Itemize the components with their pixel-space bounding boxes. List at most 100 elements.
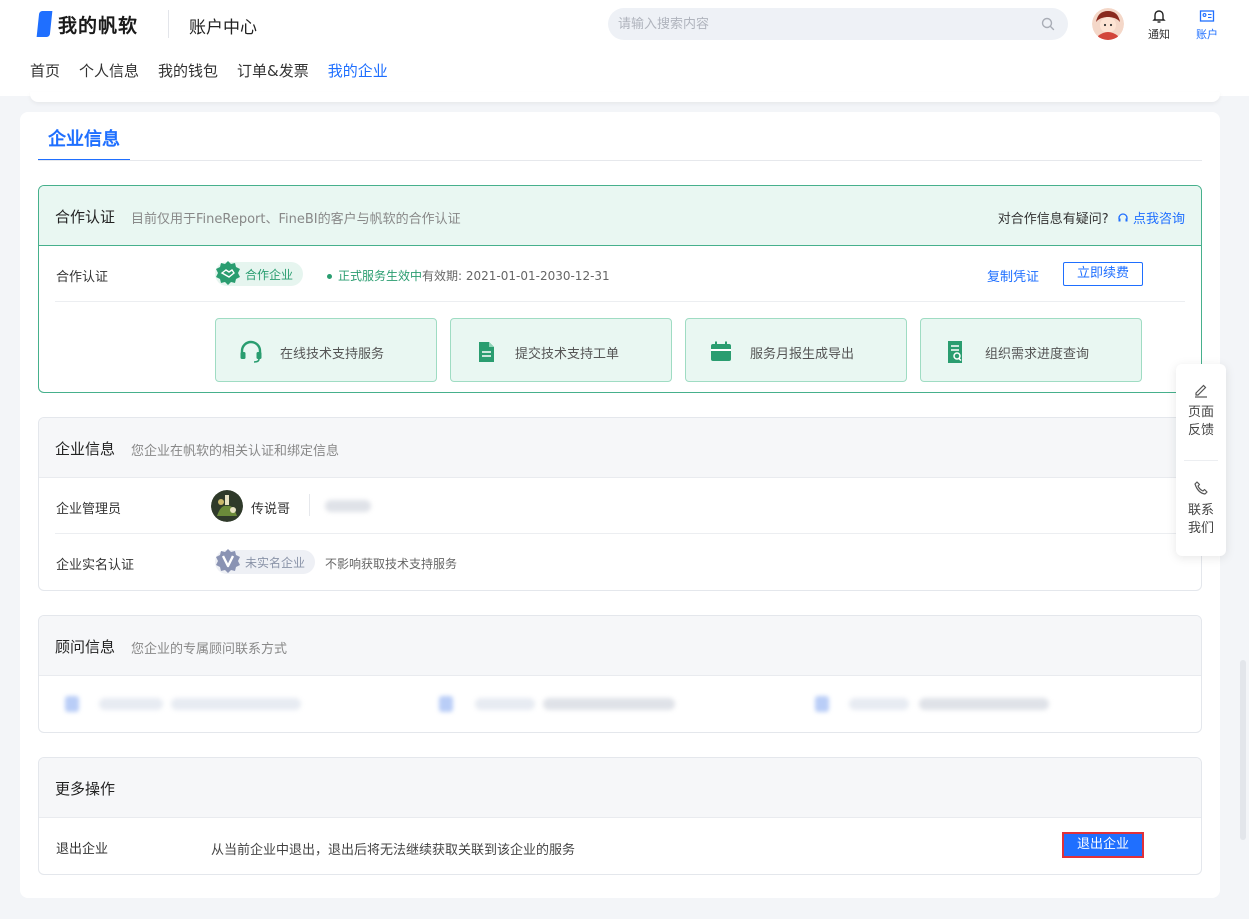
avatar-image [1092,8,1124,40]
advisor-title: 顾问信息 [55,638,116,656]
advisor-desc: 您企业的专属顾问联系方式 [131,642,288,657]
calendar-icon [711,341,731,361]
nav-home[interactable]: 首页 [30,58,60,96]
main-nav: 首页 个人信息 我的钱包 订单&发票 我的企业 [30,58,417,96]
document-search-icon [948,341,962,363]
account-label: 账户 [1196,28,1218,41]
consult-link[interactable]: 点我咨询 [1133,212,1185,227]
more-actions-section: 更多操作 退出企业 从当前企业中退出，退出后将无法继续获取关联到该企业的服务 退… [38,757,1202,875]
service-label: 提交技术支持工单 [515,347,620,362]
service-online-support[interactable]: 在线技术支持服务 [215,318,437,382]
contact-line-1: 联系 [1187,503,1214,518]
exit-desc: 从当前企业中退出，退出后将无法继续获取关联到该企业的服务 [211,843,576,858]
search-icon[interactable] [1040,16,1056,32]
top-header: 我的帆软 账户中心 通知 账户 [0,0,1249,96]
status-validity: 有效期: 2021-01-01-2030-12-31 [422,269,610,283]
admin-row: 企业管理员 传说哥 [39,478,1201,534]
realname-note: 不影响获取技术支持服务 [325,557,458,571]
company-title: 企业信息 [55,440,116,458]
coop-ask: 对合作信息有疑问? 点我咨询 [998,208,1185,227]
service-label: 在线技术支持服务 [280,347,385,362]
unverified-badge-text: 未实名企业 [245,555,306,570]
nav-wallet[interactable]: 我的钱包 [158,58,218,96]
id-card-icon [1199,10,1215,22]
page-feedback-button[interactable]: 页面 反馈 [1176,382,1226,440]
contact-us-button[interactable]: 联系 我们 [1176,480,1226,538]
blurred-advisor-text [849,698,909,710]
realname-row: 企业实名认证 未实名企业 不影响获取技术支持服务 [39,534,1201,590]
logo-mark [36,11,53,37]
realname-label: 企业实名认证 [56,558,135,573]
blurred-advisor-text [919,698,1049,710]
blurred-advisor-text [99,698,163,710]
exit-label: 退出企业 [56,842,109,857]
nav-my-company[interactable]: 我的企业 [317,58,398,96]
admin-label: 企业管理员 [56,502,122,517]
exit-company-button[interactable]: 退出企业 [1062,832,1144,858]
notify-label: 通知 [1148,28,1170,41]
service-submit-ticket[interactable]: 提交技术支持工单 [450,318,672,382]
search-input[interactable] [608,8,1008,40]
coop-row: 合作认证 合作企业 正式服务生效中有效期: 2021-01-01-2030-12… [39,246,1201,302]
coop-ask-text: 对合作信息有疑问? [997,212,1109,227]
coop-header: 合作认证 目前仅用于FineReport、FineBI的客户与帆软的合作认证 对… [39,186,1201,246]
company-header: 企业信息 您企业在帆软的相关认证和绑定信息 [39,418,1201,478]
advisor-section: 顾问信息 您企业的专属顾问联系方式 [38,615,1202,733]
feedback-line-2: 反馈 [1187,423,1214,438]
advisor-user-icon [65,696,79,712]
blurred-admin-contact [325,500,371,512]
tab-company-info[interactable]: 企业信息 [38,126,130,161]
coop-row-label: 合作认证 [56,270,109,285]
header-shadow-strip [30,92,1220,102]
coop-desc: 目前仅用于FineReport、FineBI的客户与帆软的合作认证 [131,212,461,227]
service-status: 正式服务生效中有效期: 2021-01-01-2030-12-31 [327,267,610,284]
nav-personal-info[interactable]: 个人信息 [79,58,139,96]
service-label: 服务月报生成导出 [750,347,855,362]
more-actions-header: 更多操作 [39,758,1201,818]
main-card: 企业信息 合作认证 目前仅用于FineReport、FineBI的客户与帆软的合… [20,112,1220,898]
header-divider [168,10,169,38]
partner-badge-text: 合作企业 [245,267,294,282]
search-box [608,8,1068,40]
admin-name: 传说哥 [251,502,291,517]
admin-separator [309,494,310,516]
blurred-advisor-text [543,698,675,710]
service-progress-query[interactable]: 组织需求进度查询 [920,318,1142,382]
coop-row-divider [55,301,1185,302]
copy-credential-link[interactable]: 复制凭证 [987,266,1039,285]
blurred-advisor-text [171,698,301,710]
account-action[interactable]: 账户 [1192,8,1222,42]
advisor-contacts-row [39,676,1201,732]
logo[interactable]: 我的帆软 [36,11,139,37]
admin-avatar [211,490,243,522]
more-actions-title: 更多操作 [55,780,116,798]
handshake-seal-icon [216,261,240,285]
status-dot [327,274,332,279]
phone-icon [1194,481,1208,495]
contact-line-2: 我们 [1187,521,1214,536]
coop-title: 合作认证 [55,208,116,226]
tab-underline [38,160,1202,161]
unverified-badge: 未实名企业 [215,549,316,574]
pencil-icon [1195,384,1207,398]
advisor-user-icon [439,696,453,712]
company-section: 企业信息 您企业在帆软的相关认证和绑定信息 企业管理员 传说哥 企业实名认证 未… [38,417,1202,591]
status-active: 正式服务生效中 [338,269,423,283]
feedback-line-1: 页面 [1187,405,1214,420]
v-seal-icon [216,549,240,573]
coop-section: 合作认证 目前仅用于FineReport、FineBI的客户与帆软的合作认证 对… [38,185,1202,393]
blurred-advisor-text [475,698,535,710]
notify-action[interactable]: 通知 [1144,8,1174,42]
exit-row: 退出企业 从当前企业中退出，退出后将无法继续获取关联到该企业的服务 退出企业 [39,818,1201,874]
service-monthly-report[interactable]: 服务月报生成导出 [685,318,907,382]
page-scrollbar[interactable] [1240,660,1246,840]
logo-text: 我的帆软 [58,14,139,37]
header-title: 账户中心 [189,18,257,38]
user-avatar[interactable] [1092,8,1124,40]
float-divider [1184,460,1218,461]
nav-orders-invoices[interactable]: 订单&发票 [237,58,309,96]
document-icon [479,342,494,362]
floating-toolbar: 页面 反馈 联系 我们 [1176,364,1226,556]
advisor-user-icon [815,696,829,712]
renew-button[interactable]: 立即续费 [1063,262,1143,286]
